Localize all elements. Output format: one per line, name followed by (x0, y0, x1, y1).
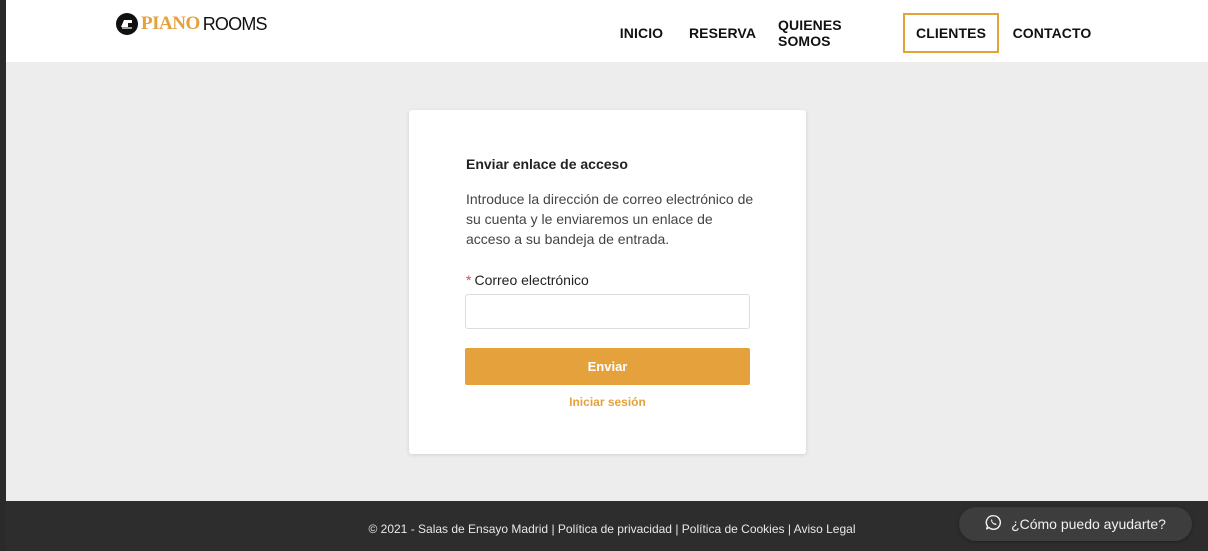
required-mark: * (466, 272, 472, 288)
footer-link-privacy[interactable]: Política de privacidad (558, 522, 672, 536)
form-title: Enviar enlace de acceso (466, 156, 628, 172)
footer-link-cookies[interactable]: Política de Cookies (682, 522, 785, 536)
whatsapp-icon (985, 514, 1002, 534)
main-nav: INICIO RESERVA QUIENES SOMOS CLIENTES CO… (6, 13, 1208, 53)
nav-item-quienes-somos[interactable]: QUIENES SOMOS (778, 13, 888, 53)
chat-label: ¿Cómo puedo ayudarte? (1011, 516, 1166, 532)
email-field[interactable] (465, 294, 750, 329)
access-link-card: Enviar enlace de acceso Introduce la dir… (409, 110, 806, 454)
site-header: PIANO ROOMS INICIO RESERVA QUIENES SOMOS… (6, 0, 1208, 62)
email-field-label: * Correo electrónico (466, 272, 589, 288)
footer-separator: | (787, 522, 791, 536)
footer-link-legal[interactable]: Aviso Legal (794, 522, 856, 536)
nav-item-contacto[interactable]: CONTACTO (1011, 13, 1093, 53)
nav-item-inicio[interactable]: INICIO (613, 13, 670, 53)
main-content: Enviar enlace de acceso Introduce la dir… (6, 62, 1208, 501)
send-button[interactable]: Enviar (465, 348, 750, 385)
form-description: Introduce la dirección de correo electró… (466, 191, 754, 247)
footer-copyright: © 2021 - Salas de Ensayo Madrid (368, 522, 549, 536)
footer-separator: | (675, 522, 679, 536)
whatsapp-chat-button[interactable]: ¿Cómo puedo ayudarte? (959, 507, 1192, 541)
login-link[interactable]: Iniciar sesión (465, 395, 750, 409)
nav-item-reserva[interactable]: RESERVA (684, 13, 761, 53)
email-label-text: Correo electrónico (474, 272, 589, 288)
footer-separator: | (551, 522, 555, 536)
nav-item-clientes[interactable]: CLIENTES (903, 13, 999, 53)
